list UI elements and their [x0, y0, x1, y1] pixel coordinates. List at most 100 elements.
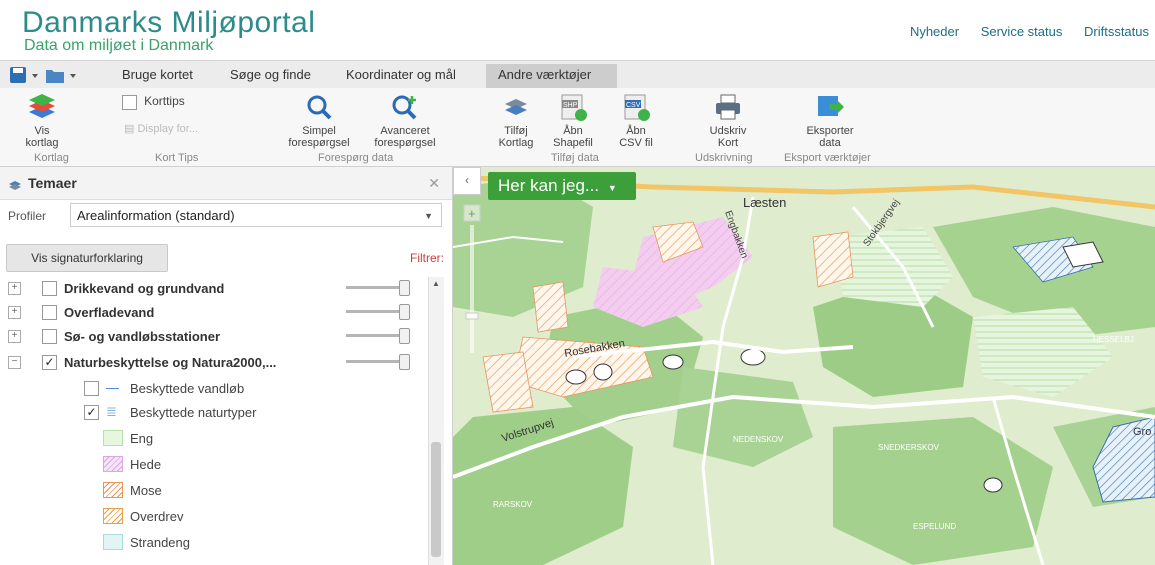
- aabn-shapefil-button[interactable]: SHP Åbn Shapefil: [551, 92, 595, 149]
- opacity-slider[interactable]: [346, 354, 410, 370]
- aabn-csv-button[interactable]: CSV Åbn CSV fil: [614, 92, 658, 149]
- map-view[interactable]: Læsten Engbakken Stokbjergvej Rosebakken…: [453, 167, 1155, 565]
- avanceret-forespoergsel-button[interactable]: Avanceret forespørgsel: [370, 92, 440, 149]
- map-canvas[interactable]: Læsten Engbakken Stokbjergvej Rosebakken…: [453, 167, 1155, 565]
- chevron-down-icon[interactable]: [70, 74, 76, 78]
- vis-kortlag-button[interactable]: Vis kortlag: [20, 92, 64, 149]
- save-icon[interactable]: [10, 67, 26, 83]
- close-icon[interactable]: ✕: [428, 175, 440, 192]
- magnifier-plus-icon: [392, 95, 417, 120]
- map-label-hesselbj: HESSELBJ: [1093, 335, 1134, 344]
- opacity-slider[interactable]: [346, 280, 410, 296]
- layer-name: Naturbeskyttelse og Natura2000,...: [64, 355, 277, 370]
- legend-label: Overdrev: [130, 509, 184, 524]
- menu-bar: Bruge kortet Søge og finde Koordinater o…: [0, 60, 1155, 89]
- add-layer-icon: [505, 99, 527, 115]
- sublayer-row[interactable]: — Beskyttede vandløb: [0, 377, 420, 401]
- expand-icon[interactable]: +: [8, 282, 21, 295]
- profil-select[interactable]: Arealinformation (standard) ▼: [70, 203, 442, 227]
- layer-row[interactable]: + Overfladevand: [0, 301, 420, 325]
- collapse-panel-icon[interactable]: ‹: [453, 167, 481, 195]
- link-driftsstatus[interactable]: Driftsstatus: [1084, 24, 1149, 39]
- legend-item-strandeng: Strandeng: [0, 531, 420, 555]
- header: Danmarks Miljøportal Data om miljøet i D…: [0, 0, 1155, 60]
- themes-panel-title: Temaer: [28, 175, 77, 191]
- svg-text:+: +: [468, 206, 476, 221]
- opacity-slider[interactable]: [346, 328, 410, 344]
- layer-checkbox[interactable]: [42, 305, 57, 320]
- shp-file-icon: SHP: [561, 94, 587, 121]
- layers-icon: [9, 181, 21, 190]
- strandeng-swatch: [103, 534, 123, 550]
- group-label-kort-tips: Kort Tips: [155, 152, 199, 164]
- tilfoej-kortlag-button[interactable]: Tilføj Kortlag: [493, 92, 539, 149]
- legend-label: Eng: [130, 431, 154, 446]
- brand-title[interactable]: Danmarks Miljøportal: [22, 6, 315, 40]
- filter-link[interactable]: Filtrer:: [410, 251, 444, 265]
- simpel-forespoergsel-button[interactable]: Simpel forespørgsel: [288, 92, 350, 149]
- expand-icon[interactable]: +: [8, 306, 21, 319]
- slider-handle[interactable]: [399, 304, 410, 320]
- file-toolbar-icons: [10, 67, 76, 83]
- layer-name: Overfladevand: [64, 305, 155, 320]
- magnifier-icon: [307, 95, 332, 120]
- layers-icon: [29, 94, 55, 118]
- zoom-slider-handle[interactable]: [465, 312, 479, 320]
- zoom-control[interactable]: +: [461, 203, 483, 363]
- her-kan-jeg-button[interactable]: Her kan jeg... ▼: [488, 172, 636, 200]
- collapse-icon[interactable]: −: [8, 356, 21, 369]
- menu-koordinater-og-maal[interactable]: Koordinater og mål: [346, 67, 456, 82]
- link-nyheder[interactable]: Nyheder: [910, 24, 959, 39]
- expand-icon[interactable]: +: [8, 330, 21, 343]
- menu-bruge-kortet[interactable]: Bruge kortet: [122, 67, 193, 82]
- sidebar-scrollbar[interactable]: ▲: [428, 277, 444, 565]
- themes-panel-header: Temaer ✕: [0, 167, 452, 200]
- layer-checkbox-checked[interactable]: ✓: [42, 355, 57, 370]
- sublayer-checkbox[interactable]: [84, 381, 99, 396]
- chevron-down-icon: ▼: [424, 211, 433, 221]
- brand-subtitle: Data om miljøet i Danmark: [24, 37, 214, 54]
- profil-value: Arealinformation (standard): [77, 208, 235, 223]
- folder-icon[interactable]: [46, 70, 64, 83]
- map-label-nedenskov: NEDENSKOV: [733, 435, 784, 444]
- menu-andre-vaerktoejer[interactable]: Andre værktøjer: [498, 67, 591, 82]
- vis-signaturforklaring-button[interactable]: Vis signaturforklaring: [6, 244, 168, 272]
- korttips-checkbox[interactable]: Korttips: [122, 95, 185, 110]
- scroll-up-icon[interactable]: ▲: [432, 279, 440, 288]
- scrollbar-thumb[interactable]: [431, 442, 441, 557]
- map-label-laesten: Læsten: [743, 195, 786, 210]
- layer-checkbox[interactable]: [42, 329, 57, 344]
- hatch-symbol-icon: ≣: [106, 404, 117, 419]
- ribbon-toolbar: Vis kortlag Korttips ▤ Display for... Si…: [0, 88, 1155, 167]
- chevron-down-icon[interactable]: [32, 74, 38, 78]
- group-label-tilfoej-data: Tilføj data: [551, 152, 599, 164]
- layer-row[interactable]: − ✓ Naturbeskyttelse og Natura2000,...: [0, 351, 420, 375]
- overdrev-swatch: [103, 508, 123, 524]
- layer-checkbox[interactable]: [42, 281, 57, 296]
- slider-handle[interactable]: [399, 280, 410, 296]
- legend-label: Mose: [130, 483, 162, 498]
- legend-label: Hede: [130, 457, 162, 472]
- layer-row[interactable]: + Sø- og vandløbsstationer: [0, 325, 420, 349]
- slider-handle[interactable]: [399, 354, 410, 370]
- hede-swatch: [103, 456, 123, 472]
- chevron-down-icon: ▼: [607, 183, 617, 193]
- group-label-eksport-vaerktoejer: Eksport værktøjer: [784, 152, 871, 164]
- link-service-status[interactable]: Service status: [981, 24, 1063, 39]
- map-label-snedkerskov: SNEDKERSKOV: [878, 443, 940, 452]
- csv-file-icon: CSV: [624, 94, 650, 121]
- sublayer-checkbox-checked[interactable]: ✓: [84, 405, 99, 420]
- eksporter-data-button[interactable]: Eksporter data: [800, 92, 860, 149]
- menu-soege-og-finde[interactable]: Søge og finde: [230, 67, 311, 82]
- map-label-rarskov: RARSKOV: [493, 500, 533, 509]
- display-icon: ▤: [124, 123, 135, 135]
- udskriv-kort-button[interactable]: Udskriv Kort: [703, 92, 753, 149]
- sublayer-row[interactable]: ✓ ≣ Beskyttede naturtyper: [0, 401, 420, 425]
- mose-swatch: [103, 482, 123, 498]
- profil-label: Profiler: [8, 209, 47, 223]
- layer-row[interactable]: + Drikkevand og grundvand: [0, 277, 420, 301]
- slider-handle[interactable]: [399, 328, 410, 344]
- opacity-slider[interactable]: [346, 304, 410, 320]
- top-links: Nyheder Service status Driftsstatus: [892, 24, 1149, 39]
- layer-name: Drikkevand og grundvand: [64, 281, 225, 296]
